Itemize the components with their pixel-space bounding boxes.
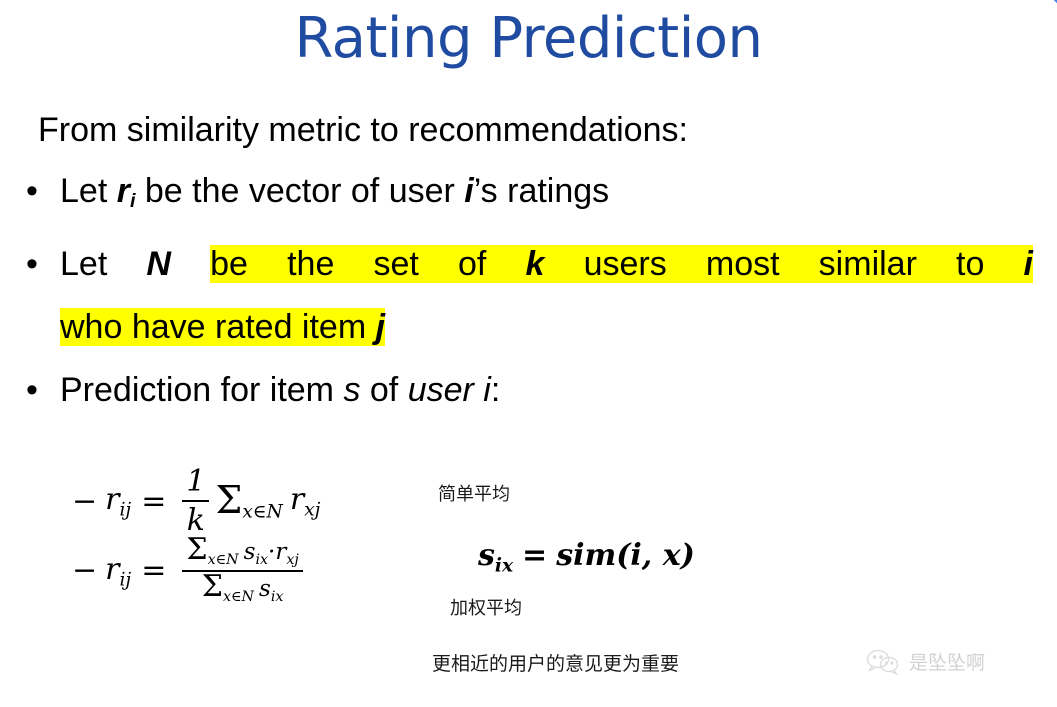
bullet-1-seg-mid: be the vector of user	[135, 172, 465, 210]
sim-equals: =	[522, 538, 548, 573]
bullet-marker-icon: •	[26, 172, 38, 210]
sigma-icon: Σ	[201, 568, 223, 604]
equation-1-equals: =	[141, 483, 167, 519]
equation-2-num-term2-subscript: xj	[286, 551, 299, 568]
bullet-item-1: • Let ri be the vector of user i’s ratin…	[0, 160, 1057, 233]
lead-line: From similarity metric to recommendation…	[38, 111, 688, 149]
equation-simple-average: − rij = 1 k Σx∈N rxj	[72, 464, 320, 539]
bullet-2-var-N: N	[146, 244, 171, 283]
equation-1-fraction: 1 k	[182, 464, 210, 539]
equation-1-dash: −	[72, 483, 98, 519]
bullet-3-seg-2: of	[360, 370, 408, 409]
equation-1-summation: Σx∈N	[215, 481, 282, 523]
equation-2-num-term1: s	[243, 539, 256, 565]
equation-2-num-term1-subscript: ix	[255, 551, 269, 568]
equation-2-fraction-bar	[182, 569, 303, 572]
equation-1-term-subscript: xj	[304, 499, 321, 521]
equation-1-lhs: rij	[105, 482, 131, 521]
equation-1-row: − rij = 1 k Σx∈N rxj	[72, 464, 320, 539]
bullet-3-seg-1: Prediction for item	[60, 370, 344, 409]
bullet-2-var-k: k	[525, 244, 545, 283]
bullet-2-line-2: who have rated item j	[60, 296, 1033, 359]
equation-1-fraction-bar	[182, 500, 210, 503]
note-simple-average: 简单平均	[438, 484, 510, 505]
bullet-2-highlight-line-1: be the set of k users most similar to i	[210, 244, 1033, 283]
equation-1-term: rxj	[290, 482, 321, 521]
bullet-3-text: Prediction for item s of user i:	[60, 371, 500, 409]
equation-similarity-definition: six = sim(i, x)	[478, 538, 695, 577]
equation-2-lhs-subscript: ij	[119, 569, 132, 591]
equation-2-equals: =	[141, 553, 167, 589]
bullet-1-text: Let ri be the vector of user i’s ratings	[60, 172, 610, 212]
equation-2-dash: −	[72, 553, 98, 589]
note-footnote: 更相近的用户的意见更为重要	[432, 653, 680, 675]
bullet-marker-icon: •	[26, 370, 38, 409]
bullet-2-hl-seg-3: who have rated item	[60, 307, 376, 346]
equation-2-num-sigma-subscript: x∈N	[207, 551, 239, 568]
sim-rhs: sim(i, x)	[556, 538, 695, 573]
bullet-3-var-s: s	[343, 370, 361, 409]
equation-2-fraction: Σx∈N six·rxj Σx∈N six	[182, 535, 303, 606]
equation-2-den-sigma-subscript: x∈N	[222, 588, 255, 605]
bullet-1-seg-let: Let	[60, 172, 117, 210]
bullet-2-var-j: j	[375, 307, 386, 346]
bullet-2-line-1: Let N be the set of k users most similar…	[60, 233, 1033, 296]
equation-2-row: − rij = Σx∈N six·rxj Σx∈N six	[72, 535, 309, 606]
sigma-icon: Σ	[215, 477, 243, 522]
bullet-item-3: • Prediction for item s of user i:	[0, 359, 1057, 422]
sim-lhs-subscript: ix	[494, 555, 514, 577]
bullet-marker-icon: •	[26, 244, 38, 283]
bullet-1-var-r: r	[116, 172, 130, 210]
equation-1-numerator: 1	[186, 464, 206, 499]
bullet-1-var-i: i	[464, 172, 474, 210]
bullet-2-hl-seg-2: users most similar to	[544, 244, 1024, 283]
formula-area: − rij = 1 k Σx∈N rxj − rij = Σx∈N six·rxj…	[0, 452, 1057, 707]
equation-2-den-term: s	[259, 575, 271, 602]
bullet-2-seg-let: Let	[60, 244, 147, 283]
bullet-3-var-user-i: user i	[407, 370, 491, 409]
equation-2-denominator: Σx∈N six	[198, 571, 288, 606]
equation-2-num-term2: r	[275, 539, 287, 565]
bullet-2-hl-seg-1: be the set of	[210, 244, 526, 283]
equation-2-numerator: Σx∈N six·rxj	[182, 535, 302, 569]
equation-1-term-var: r	[289, 482, 305, 518]
bullet-2-var-i: i	[1023, 244, 1033, 283]
bullet-3-seg-3: :	[490, 370, 501, 409]
equation-2-lhs-var: r	[105, 551, 120, 587]
note-weighted-average: 加权平均	[450, 598, 522, 619]
bullet-item-2: • Let N be the set of k users most simil…	[0, 233, 1057, 359]
equation-2-lhs: rij	[105, 552, 131, 591]
bullet-2-space	[171, 245, 210, 283]
equation-1-sigma-subscript: x∈N	[242, 501, 283, 523]
slide-body: From similarity metric to recommendation…	[0, 100, 1057, 422]
equation-1-lhs-var: r	[105, 482, 120, 518]
bullet-2-highlight-line-2: who have rated item j	[60, 307, 386, 346]
equation-2-den-term-subscript: ix	[270, 588, 284, 605]
equation-1-lhs-subscript: ij	[119, 499, 132, 521]
sim-lhs: s	[478, 538, 495, 573]
equation-weighted-average: − rij = Σx∈N six·rxj Σx∈N six	[72, 535, 309, 606]
page-title: Rating Prediction	[294, 6, 763, 71]
sigma-icon: Σ	[186, 532, 208, 567]
bullet-1-seg-tail: ’s ratings	[473, 172, 610, 210]
